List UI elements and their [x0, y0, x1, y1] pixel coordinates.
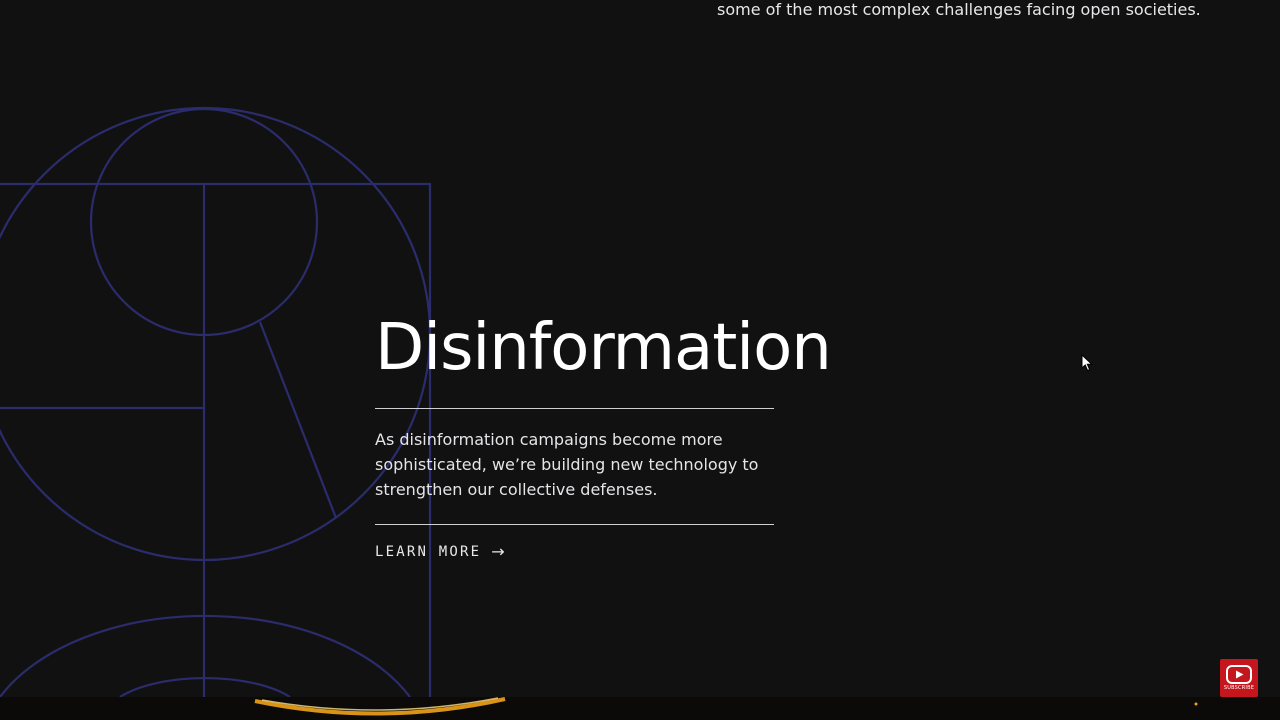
learn-more-label: LEARN MORE	[375, 543, 482, 560]
page: some of the most complex challenges faci…	[0, 0, 1280, 720]
disinformation-section: Disinformation As disinformation campaig…	[375, 306, 832, 561]
subscribe-button[interactable]: SUBSCRIBE	[1220, 659, 1258, 697]
divider-bottom	[375, 524, 774, 525]
divider-top	[375, 408, 774, 409]
youtube-play-icon	[1226, 665, 1252, 684]
mouse-cursor-icon	[1081, 354, 1093, 372]
glow-arc	[254, 697, 1198, 716]
learn-more-link[interactable]: LEARN MORE →	[375, 542, 505, 561]
subscribe-label: SUBSCRIBE	[1223, 685, 1255, 691]
arrow-right-icon: →	[491, 542, 505, 561]
section-description: As disinformation campaigns become more …	[375, 430, 759, 499]
section-title: Disinformation	[375, 311, 832, 385]
next-section-preview	[0, 697, 1280, 720]
